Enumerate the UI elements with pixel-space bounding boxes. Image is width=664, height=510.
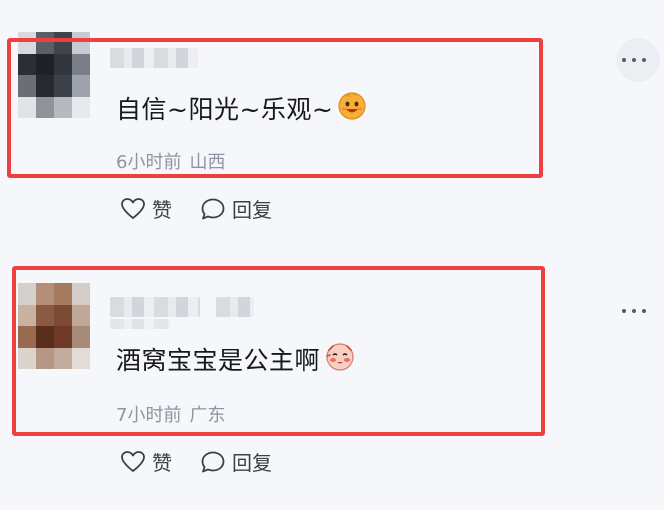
username-blurred[interactable]: [110, 297, 200, 317]
username-blurred[interactable]: [110, 48, 198, 68]
like-button[interactable]: 赞: [120, 194, 172, 223]
comment-location: 山西: [189, 152, 226, 173]
comment-item: 自信~阳光~乐观~ 6小时前 山西 赞 回复: [0, 0, 664, 255]
like-label: 赞: [152, 198, 172, 222]
reply-label: 回复: [232, 198, 272, 222]
grinning-face-icon: [337, 90, 367, 126]
reply-label: 回复: [232, 451, 272, 475]
blushing-face-icon: [324, 341, 356, 377]
comment-text-row: 酒窝宝宝是公主啊: [116, 341, 356, 377]
more-options-icon[interactable]: [620, 50, 648, 70]
comment-location: 广东: [189, 405, 226, 426]
reply-button[interactable]: 回复: [200, 447, 272, 476]
more-options-icon[interactable]: [620, 301, 648, 321]
comment-actions: 赞 回复: [120, 447, 272, 476]
avatar[interactable]: [18, 32, 90, 118]
comment-text-row: 自信~阳光~乐观~: [116, 90, 367, 126]
username-blurred-extra: [216, 297, 254, 317]
heart-icon: [121, 450, 145, 472]
speech-bubble-icon: [201, 451, 225, 472]
reply-button[interactable]: 回复: [200, 194, 272, 223]
like-button[interactable]: 赞: [120, 447, 172, 476]
comment-time: 6小时前: [116, 152, 182, 173]
avatar[interactable]: [18, 283, 90, 369]
username-blurred-line: [110, 319, 170, 329]
comment-item: 酒窝宝宝是公主啊 7小时前 广东 赞 回复: [0, 255, 664, 510]
heart-icon: [121, 197, 145, 219]
comment-time: 7小时前: [116, 405, 182, 426]
comment-text: 自信~阳光~乐观~: [116, 95, 334, 124]
comment-meta: 7小时前 广东: [116, 401, 225, 427]
comment-text: 酒窝宝宝是公主啊: [116, 346, 321, 375]
comment-meta: 6小时前 山西: [116, 148, 225, 174]
comment-actions: 赞 回复: [120, 194, 272, 223]
speech-bubble-icon: [201, 198, 225, 219]
like-label: 赞: [152, 451, 172, 475]
